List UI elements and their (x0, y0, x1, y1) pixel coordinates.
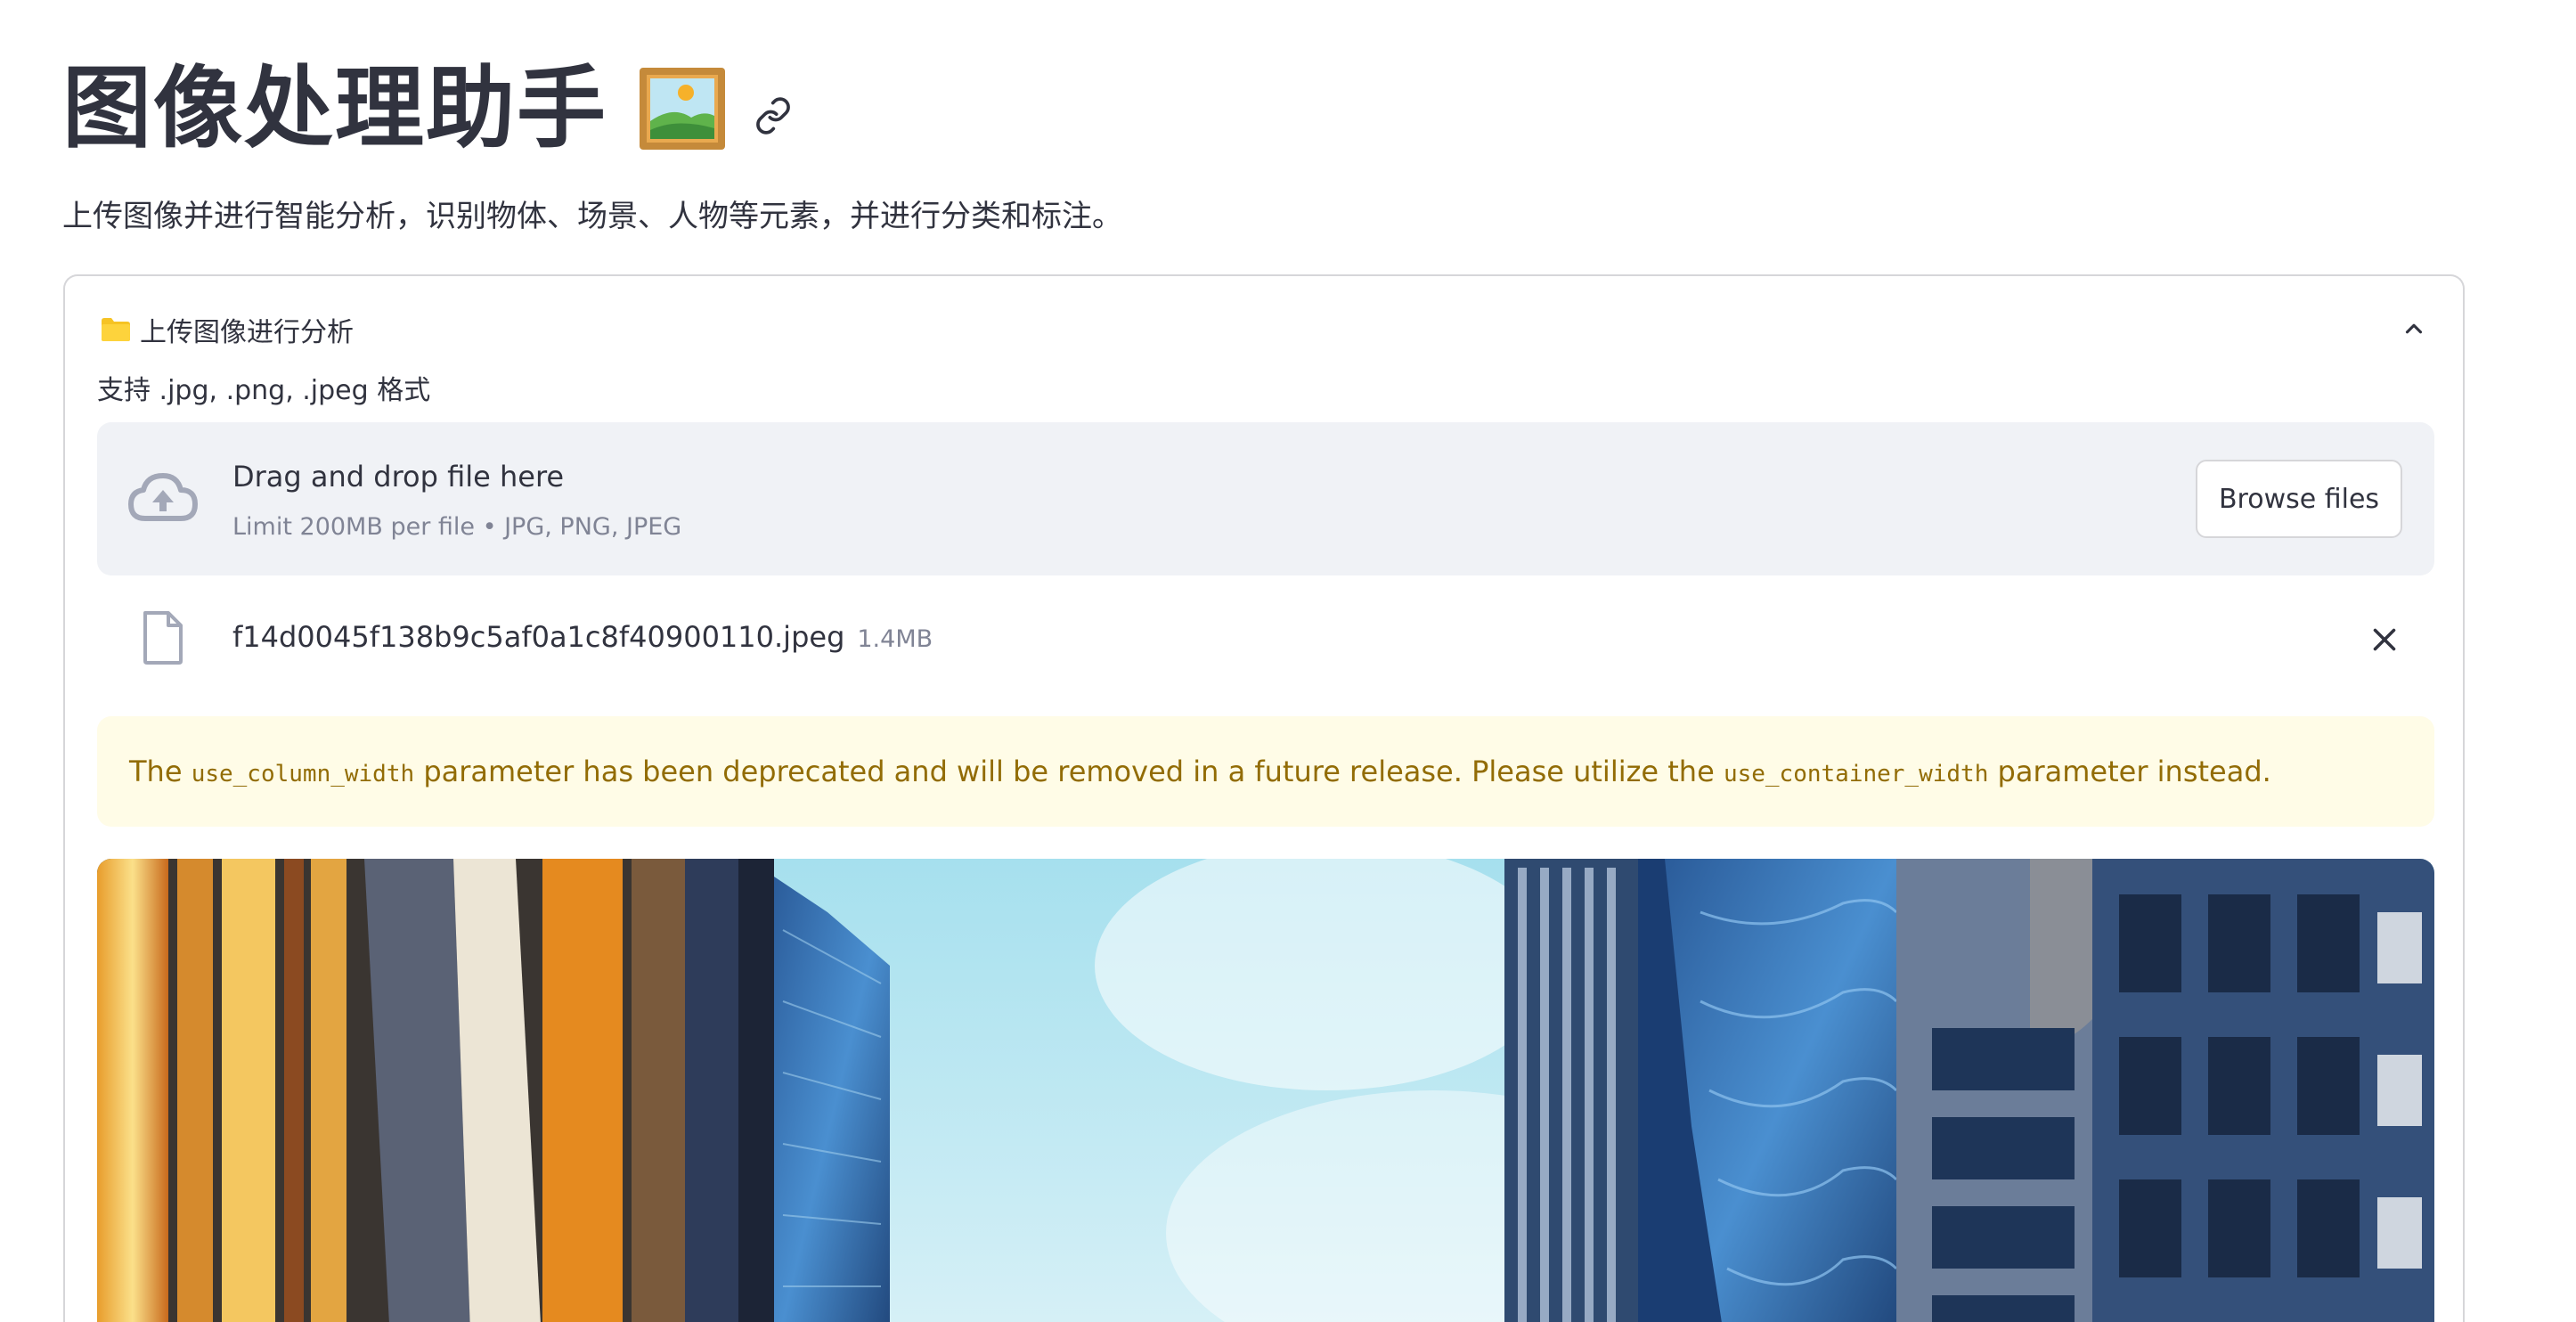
uploaded-file-row: f14d0045f138b9c5af0a1c8f40900110.jpeg 1.4… (97, 593, 2434, 682)
page-subtitle: 上传图像并进行智能分析，识别物体、场景、人物等元素，并进行分类和标注。 (62, 199, 1122, 234)
file-name: f14d0045f138b9c5af0a1c8f40900110.jpeg 1.4… (232, 616, 933, 660)
warning-code-column-width: use_column_width (191, 761, 415, 787)
file-name-text: f14d0045f138b9c5af0a1c8f40900110.jpeg (232, 620, 845, 654)
warning-code-container-width: use_container_width (1723, 761, 1989, 787)
page-title-row: 图像处理助手 (62, 55, 793, 162)
dropzone-instructions: Drag and drop file here (232, 460, 565, 494)
deprecation-warning: The use_column_width parameter has been … (97, 716, 2434, 827)
dropzone-limits: Limit 200MB per file • JPG, PNG, JPEG (232, 513, 682, 541)
browse-files-button[interactable]: Browse files (2196, 460, 2402, 538)
file-size: 1.4MB (857, 625, 933, 653)
expander-title: 上传图像进行分析 (140, 317, 354, 348)
cloud-upload-icon (126, 467, 200, 531)
uploader-label: 支持 .jpg, .png, .jpeg 格式 (97, 375, 431, 406)
uploaded-image-preview (97, 859, 2434, 1322)
file-dropzone[interactable]: Drag and drop file here Limit 200MB per … (97, 422, 2434, 575)
page: 图像处理助手 上传图像并进行智能分析，识别物体、场景、人物等元素，并进行分类和标… (0, 0, 2576, 1322)
framed-picture-icon (638, 66, 727, 151)
warning-suffix: parameter instead. (1997, 755, 2271, 788)
file-icon (142, 611, 184, 665)
close-icon[interactable] (2368, 624, 2401, 656)
upload-expander: 上传图像进行分析 支持 .jpg, .png, .jpeg 格式 Drag an… (63, 274, 2465, 1322)
link-icon[interactable] (754, 96, 793, 135)
warning-prefix: The (129, 755, 183, 788)
folder-icon (101, 317, 131, 342)
expander-header[interactable]: 上传图像进行分析 (101, 303, 2434, 356)
city-photo (97, 859, 2434, 1322)
chevron-up-icon[interactable] (2401, 315, 2427, 342)
page-title: 图像处理助手 (62, 56, 607, 160)
warning-middle: parameter has been deprecated and will b… (423, 755, 1715, 788)
